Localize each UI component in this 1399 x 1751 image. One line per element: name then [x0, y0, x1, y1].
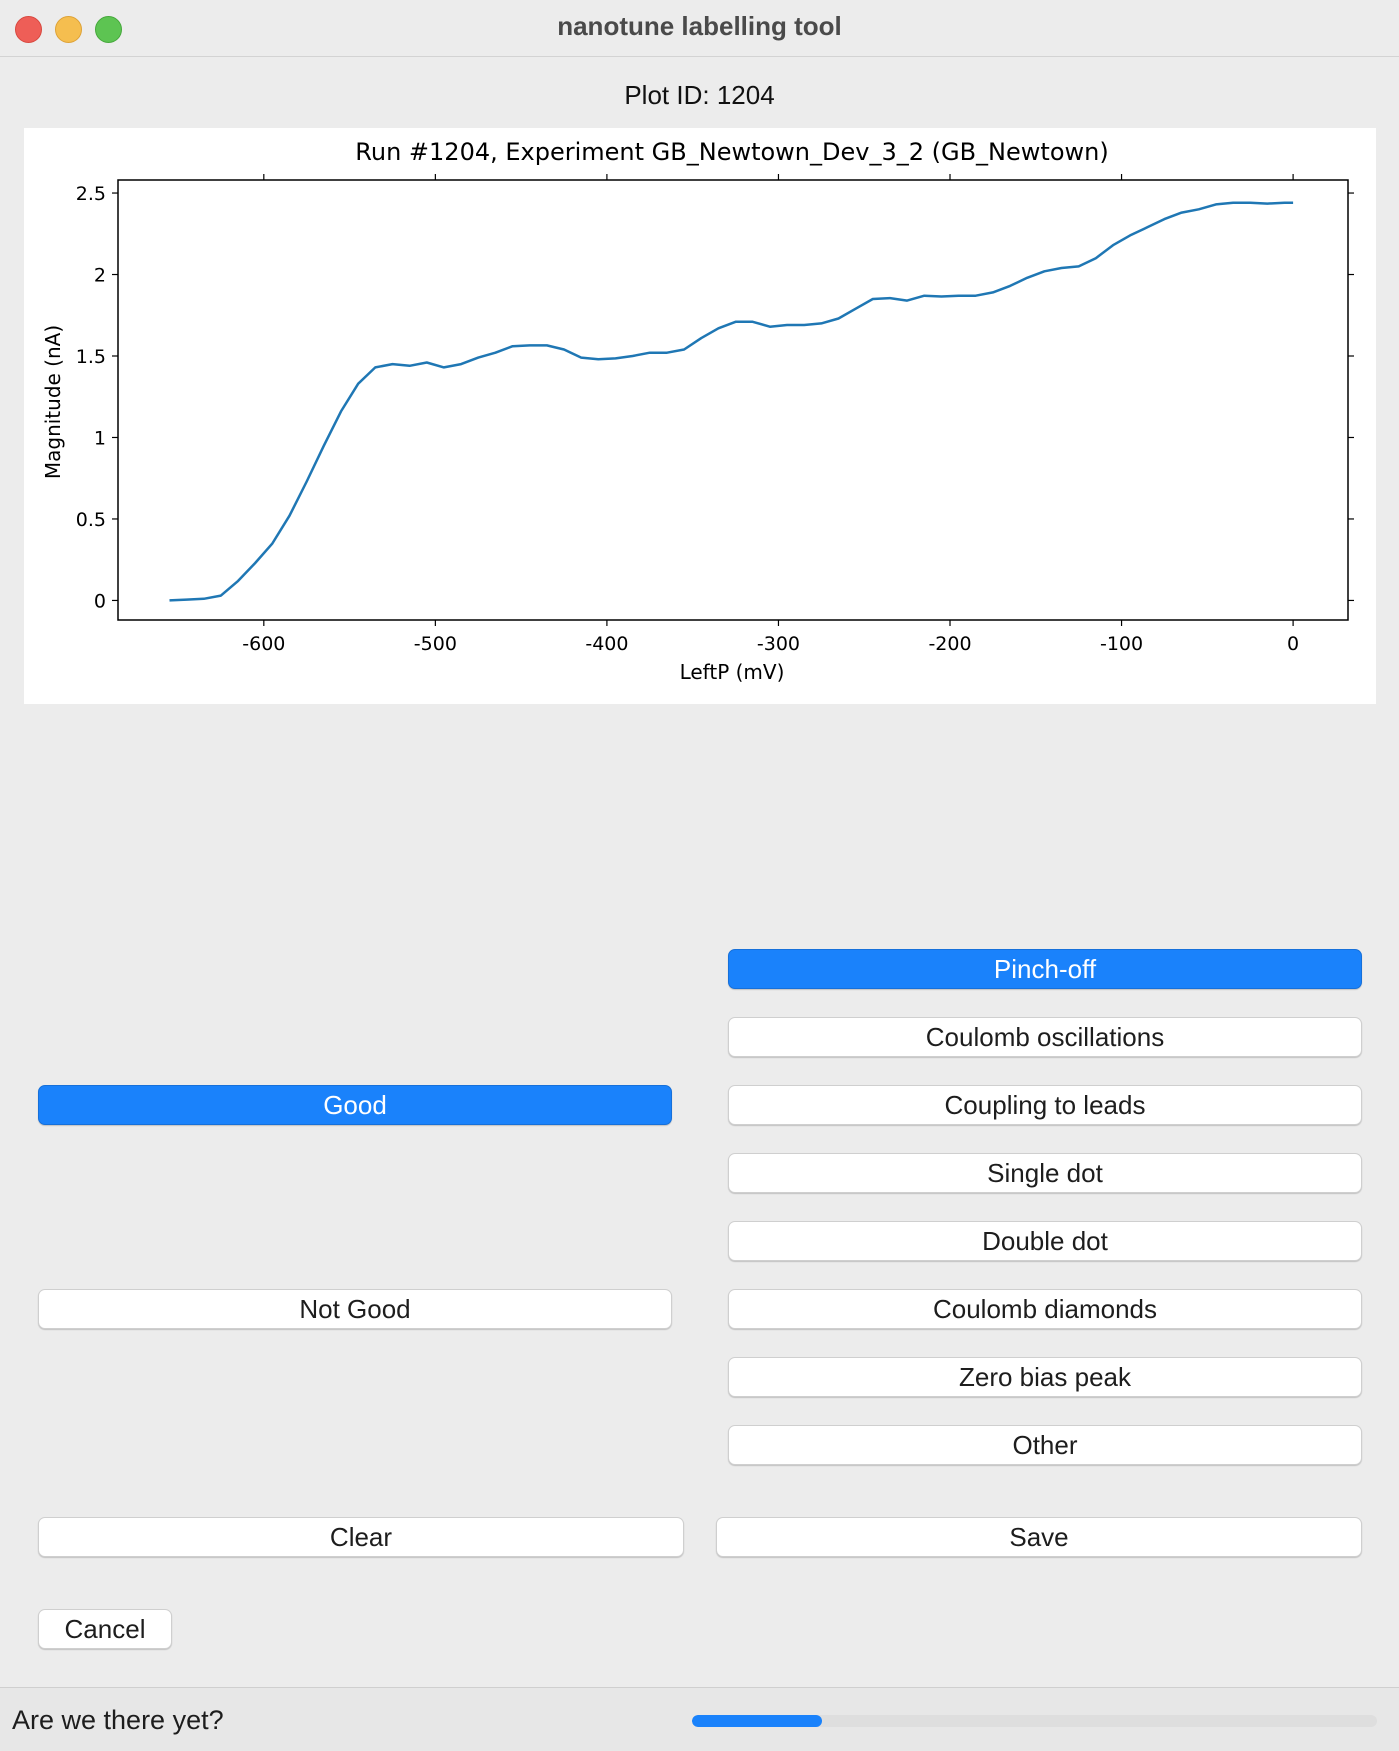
progress-bar-fill: [692, 1715, 823, 1727]
plot-figure: Run #1204, Experiment GB_Newtown_Dev_3_2…: [24, 128, 1376, 704]
window-title: nanotune labelling tool: [557, 11, 842, 41]
y-axis-label: Magnitude (nA): [41, 325, 65, 479]
plot-frame: [117, 179, 1349, 621]
clear-button[interactable]: Clear: [38, 1517, 684, 1557]
y-tick-label: 1: [94, 427, 106, 449]
double-dot-button[interactable]: Double dot: [728, 1221, 1362, 1261]
status-text: Are we there yet?: [12, 1705, 224, 1735]
single-dot-button[interactable]: Single dot: [728, 1153, 1362, 1193]
x-tick-label: -100: [1100, 633, 1143, 655]
chart-axes: -600 -500 -400 -300 -200 -100 0 0 0.5 1 1.5 2 2.5: [76, 174, 1354, 655]
x-tick-label: -600: [242, 633, 285, 655]
y-tick-label: 0.5: [76, 509, 106, 531]
title-bar: nanotune labelling tool: [0, 0, 1399, 57]
coulomb-diamonds-button[interactable]: Coulomb diamonds: [728, 1289, 1362, 1329]
x-tick-label: -500: [414, 633, 457, 655]
save-button[interactable]: Save: [716, 1517, 1362, 1557]
coupling-to-leads-button[interactable]: Coupling to leads: [728, 1085, 1362, 1125]
progress-bar: [692, 1715, 1377, 1727]
pinch-off-button[interactable]: Pinch-off: [728, 949, 1362, 989]
y-tick-label: 2: [94, 265, 106, 287]
coulomb-oscillations-button[interactable]: Coulomb oscillations: [728, 1017, 1362, 1057]
cancel-button[interactable]: Cancel: [38, 1609, 172, 1649]
other-button[interactable]: Other: [728, 1425, 1362, 1465]
plot-id-label: Plot ID: 1204: [624, 80, 775, 110]
x-tick-label: 0: [1287, 633, 1299, 655]
zero-bias-peak-button[interactable]: Zero bias peak: [728, 1357, 1362, 1397]
x-tick-label: -400: [585, 633, 628, 655]
x-tick-label: -200: [928, 633, 971, 655]
series-line: [169, 201, 1294, 602]
not-good-button[interactable]: Not Good: [38, 1289, 672, 1329]
y-tick-label: 0: [94, 590, 106, 612]
y-tick-label: 2.5: [76, 183, 106, 205]
line-chart: Run #1204, Experiment GB_Newtown_Dev_3_2…: [41, 138, 1354, 684]
y-tick-label: 1.5: [76, 346, 106, 368]
x-axis-label: LeftP (mV): [680, 660, 785, 684]
status-bar: Are we there yet?: [0, 1687, 1399, 1751]
x-tick-label: -300: [757, 633, 800, 655]
chart-title: Run #1204, Experiment GB_Newtown_Dev_3_2…: [355, 138, 1108, 166]
good-button[interactable]: Good: [38, 1085, 672, 1125]
